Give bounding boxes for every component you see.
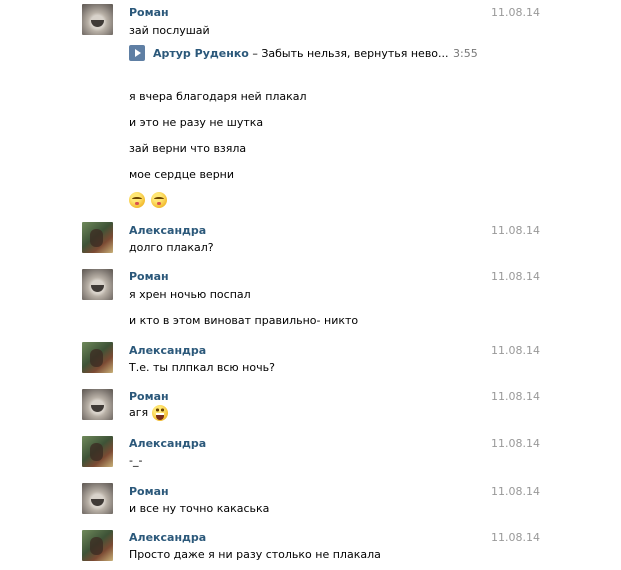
avatar[interactable] [82,269,113,300]
audio-attachment: Артур Руденко – Забыть нельзя, вернутья … [129,45,478,61]
kissing-closed-eyes-icon [150,192,167,208]
avatar[interactable] [82,342,113,373]
message-date: 11.08.14 [491,437,540,450]
message-text: и все ну точно какаська [129,502,270,515]
avatar[interactable] [82,4,113,35]
message-date: 11.08.14 [491,485,540,498]
audio-track-title: Артур Руденко – Забыть нельзя, вернутья … [153,47,449,60]
message-text: зай верни что взяла [129,142,247,155]
message-text: агя [129,406,149,419]
message-date: 11.08.14 [491,6,540,19]
author-name[interactable]: Александра [129,531,206,544]
message-text: и кто в этом виноват правильно- никто [129,314,359,327]
avatar[interactable] [82,436,113,467]
play-icon[interactable] [129,45,145,61]
audio-duration: 3:55 [453,47,478,60]
message-date: 11.08.14 [491,270,540,283]
audio-artist[interactable]: Артур Руденко [153,47,249,60]
audio-separator: – [248,47,262,60]
message-date: 11.08.14 [491,390,540,403]
message-text: долго плакал? [129,241,214,254]
message-text: Т.е. ты плпкал всю ночь? [129,361,275,374]
author-name[interactable]: Роман [129,485,169,498]
author-name[interactable]: Александра [129,344,206,357]
avatar[interactable] [82,483,113,514]
kissing-closed-eyes-icon [129,192,145,208]
message-text: я хрен ночью поспал [129,288,251,301]
author-name[interactable]: Роман [129,390,169,403]
message-text: и это не разу не шутка [129,116,264,129]
message-text: зай послушай [129,24,210,37]
message-text: я вчера благодаря ней плакал [129,90,307,103]
author-name[interactable]: Роман [129,270,169,283]
author-name[interactable]: Александра [129,224,206,237]
grinning-icon [151,405,168,421]
avatar[interactable] [82,530,113,561]
message-text: -_- [129,454,143,467]
avatar[interactable] [82,389,113,420]
message-date: 11.08.14 [491,344,540,357]
author-name[interactable]: Александра [129,437,206,450]
emoji-line [129,192,167,208]
message-text: мое сердце верни [129,168,235,181]
author-name[interactable]: Роман [129,6,169,19]
message-line: агя [129,405,168,421]
message-date: 11.08.14 [491,531,540,544]
message-date: 11.08.14 [491,224,540,237]
avatar[interactable] [82,222,113,253]
message-text: Просто даже я ни разу столько не плакала [129,548,381,561]
audio-song-title[interactable]: Забыть нельзя, вернутья нево... [261,47,448,60]
